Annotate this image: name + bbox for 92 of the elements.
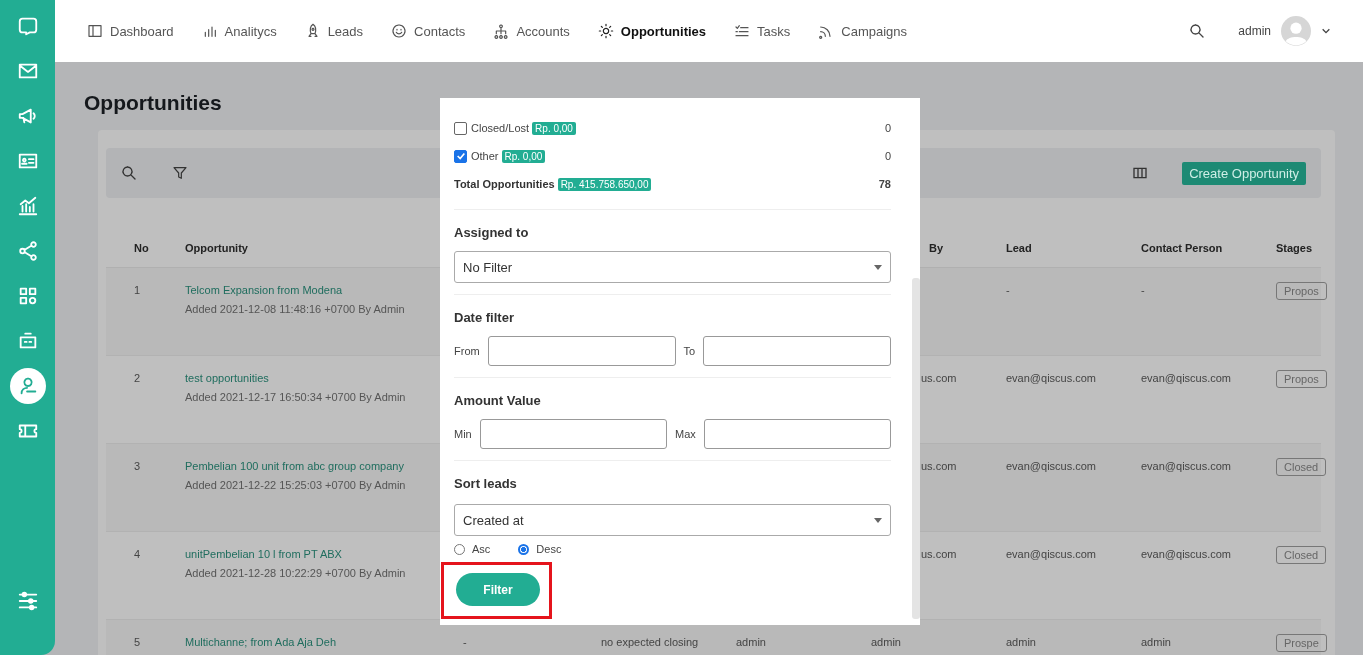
amount-tag: Rp. 0,00	[532, 121, 576, 135]
field-label: Max	[675, 428, 696, 440]
sidebar-button[interactable]	[9, 368, 46, 404]
radio-button[interactable]	[518, 543, 530, 555]
from-date-field[interactable]	[487, 336, 676, 366]
count-text: 0	[884, 150, 891, 162]
table-cell-text: evan@qiscus.com	[1006, 548, 1098, 560]
to-date-field[interactable]	[703, 336, 891, 366]
table-cell-text: evan@qiscus.com	[1006, 460, 1098, 472]
table-cell-text: admin	[871, 636, 902, 648]
column-header: Stages	[1276, 242, 1314, 254]
nav-link[interactable]: Contacts	[391, 23, 466, 39]
table-cell-text: admin	[1141, 636, 1172, 648]
checkbox[interactable]	[454, 149, 467, 163]
stage-tag: Closed	[1276, 458, 1327, 476]
nav-link[interactable]: Leads	[304, 23, 364, 39]
field-label: To	[683, 345, 696, 357]
table-cell-text: admin	[1006, 636, 1037, 648]
count-text: 0	[884, 122, 891, 134]
chart-icon	[16, 195, 39, 217]
table-cell-text: evan@qiscus.com	[1141, 372, 1233, 384]
table-cell-text: admin	[736, 636, 767, 648]
table-cell-text: evan@qiscus.com	[1141, 460, 1233, 472]
column-header: By	[928, 242, 945, 254]
nav-link[interactable]: Dashboard	[87, 23, 174, 39]
added-info: Added 2021-12-28 10:22:29 +0700 By Admin	[185, 567, 407, 579]
sliders-icon	[16, 590, 39, 612]
hierarchy-icon	[493, 23, 510, 39]
column-header: Contact Person	[1141, 242, 1224, 254]
section-title: Amount Value	[454, 393, 542, 408]
filter-icon[interactable]	[172, 165, 188, 181]
chevron-down-icon[interactable]	[1321, 26, 1331, 36]
count-text: 78	[878, 178, 891, 190]
avatar-icon[interactable]	[1281, 16, 1311, 46]
caret-icon	[874, 517, 882, 523]
chat-icon	[16, 15, 39, 37]
max-amount-field[interactable]	[703, 419, 891, 449]
create-opportunity-button[interactable]: Create Opportunity	[1182, 161, 1306, 185]
stage-tag: Prospe	[1276, 634, 1327, 652]
amount-tag: Rp. 415.758.650,00	[557, 177, 652, 191]
table-cell-text: us.com	[920, 372, 958, 384]
stage-tag: Closed	[1276, 546, 1327, 564]
section-title: Date filter	[454, 310, 515, 325]
field-label: From	[454, 345, 480, 357]
column-header: Opportunity	[185, 242, 249, 254]
checkbox[interactable]	[454, 121, 467, 135]
dashboard-icon	[87, 23, 103, 39]
table-cell-text: us.com	[920, 460, 958, 472]
field-label: Min	[454, 428, 472, 440]
nav-link[interactable]: Opportunities	[597, 23, 707, 39]
stage-tag: Propos	[1276, 282, 1327, 300]
status-label: Closed/Lost	[471, 122, 530, 134]
nav-link[interactable]: Tasks	[734, 23, 791, 39]
section-title: Assigned to	[454, 225, 530, 240]
section-title: Sort leads	[454, 476, 518, 491]
columns-icon[interactable]	[1132, 165, 1149, 181]
share-icon	[16, 240, 39, 262]
sort-select[interactable]: Created at	[454, 504, 891, 536]
table-cell-text: -	[1006, 284, 1011, 296]
nav-link[interactable]: Accounts	[493, 23, 570, 39]
nav-link[interactable]: Campaigns	[818, 23, 908, 39]
amount-tag: Rp. 0,00	[501, 149, 546, 163]
sun-icon	[597, 23, 614, 39]
table-cell-text: -	[463, 636, 468, 648]
row-number: 3	[133, 460, 142, 472]
column-header: Lead	[1006, 242, 1033, 254]
radio-label: Desc	[536, 543, 562, 555]
row-number: 1	[133, 284, 142, 296]
assigned-to-select[interactable]: No Filter	[454, 251, 891, 283]
table-cell-text: evan@qiscus.com	[1141, 548, 1233, 560]
table-cell-text: no expected closing	[601, 636, 700, 648]
row-number: 2	[133, 372, 142, 384]
page-title: Opportunities	[84, 90, 223, 116]
smiley-icon	[391, 23, 408, 39]
total-label: Total Opportunities	[454, 178, 555, 190]
radio-label: Asc	[472, 543, 491, 555]
column-header: No	[133, 242, 150, 254]
nav-link[interactable]: Analitycs	[201, 23, 277, 39]
table-cell-text: us.com	[920, 548, 958, 560]
stage-tag: Propos	[1276, 370, 1327, 388]
status-label: Other	[471, 150, 499, 162]
user-name: admin	[1238, 24, 1271, 38]
min-amount-field[interactable]	[479, 419, 667, 449]
row-number: 4	[133, 548, 142, 560]
table-cell-text: -	[1141, 284, 1146, 296]
scrollbar-thumb[interactable]	[912, 278, 920, 619]
table-cell-text: evan@qiscus.com	[1006, 372, 1098, 384]
checklist-icon	[734, 23, 751, 39]
added-info: Added 2021-12-08 11:48:16 +0700 By Admin	[185, 303, 406, 315]
row-number: 5	[133, 636, 142, 648]
search-icon[interactable]	[120, 164, 138, 182]
caret-icon	[874, 264, 882, 270]
